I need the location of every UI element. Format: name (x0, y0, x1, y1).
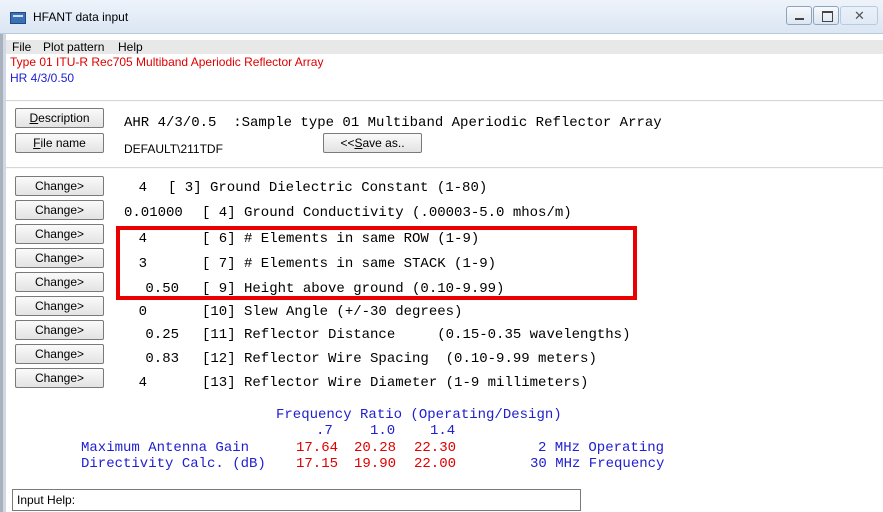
directivity-label: Directivity Calc. (dB) (81, 456, 266, 472)
change-button-12[interactable]: Change> (15, 344, 104, 364)
description-button[interactable]: Description (15, 108, 104, 128)
ratio-3: 1.4 (430, 423, 456, 439)
frequency-heading: Frequency Ratio (Operating/Design) (276, 407, 562, 423)
directivity-note: 30 MHz Frequency (530, 456, 665, 472)
antenna-type-line: Type 01 ITU-R Rec705 Multiband Aperiodic… (10, 55, 324, 69)
param-value: 4 (138, 180, 147, 196)
menu-file[interactable]: File (12, 40, 31, 54)
close-button[interactable]: ✕ (840, 6, 878, 25)
param-value: 0.83 (145, 351, 179, 367)
menu-help[interactable]: Help (118, 40, 143, 54)
ratio-1: .7 (316, 423, 333, 439)
param-label: [13] Reflector Wire Diameter (1-9 millim… (202, 375, 589, 391)
param-value: 0.25 (145, 327, 179, 343)
directivity-value: 19.90 (354, 456, 397, 472)
param-label: [12] Reflector Wire Spacing (0.10-9.99 m… (202, 351, 597, 367)
description-text: AHR 4/3/0.5 :Sample type 01 Multiband Ap… (124, 115, 662, 131)
title-bar: HFANT data input ✕ (0, 0, 883, 34)
divider (6, 167, 883, 169)
save-as-button[interactable]: <<Save as.. (323, 133, 422, 153)
gain-label: Maximum Antenna Gain (81, 440, 250, 456)
param-value: 4 (138, 375, 147, 391)
file-name-value: DEFAULT\211TDF (124, 142, 223, 156)
input-help-label: Input Help: (17, 493, 76, 507)
param-label: [11] Reflector Distance (0.15-0.35 wavel… (202, 327, 631, 343)
window-title: HFANT data input (33, 10, 129, 24)
design-code: HR 4/3/0.50 (10, 71, 75, 85)
change-button-4[interactable]: Change> (15, 200, 104, 220)
param-label: [ 3] Ground Dielectric Constant (1-80) (168, 180, 488, 196)
minimize-button[interactable] (786, 6, 812, 25)
change-button-9[interactable]: Change> (15, 272, 104, 292)
gain-value: 17.64 (296, 440, 339, 456)
gain-value: 20.28 (354, 440, 397, 456)
param-label: [10] Slew Angle (+/-30 degrees) (202, 304, 463, 320)
highlight-box (116, 226, 637, 300)
directivity-value: 22.00 (414, 456, 457, 472)
gain-note: 2 MHz Operating (538, 440, 665, 456)
file-name-button[interactable]: File name (15, 133, 104, 153)
gain-value: 22.30 (414, 440, 457, 456)
ratio-2: 1.0 (370, 423, 396, 439)
param-value: 0.01000 (124, 205, 183, 221)
change-button-11[interactable]: Change> (15, 320, 104, 340)
divider (6, 100, 883, 102)
menu-bar: File Plot pattern Help (6, 40, 883, 54)
app-icon (10, 12, 26, 24)
param-label: [ 4] Ground Conductivity (.00003-5.0 mho… (202, 205, 572, 221)
input-help-box[interactable]: Input Help: (12, 489, 581, 511)
close-icon: ✕ (854, 8, 865, 23)
param-value: 0 (138, 304, 147, 320)
maximize-button[interactable] (813, 6, 839, 25)
directivity-value: 17.15 (296, 456, 339, 472)
menu-plot-pattern[interactable]: Plot pattern (43, 40, 104, 54)
